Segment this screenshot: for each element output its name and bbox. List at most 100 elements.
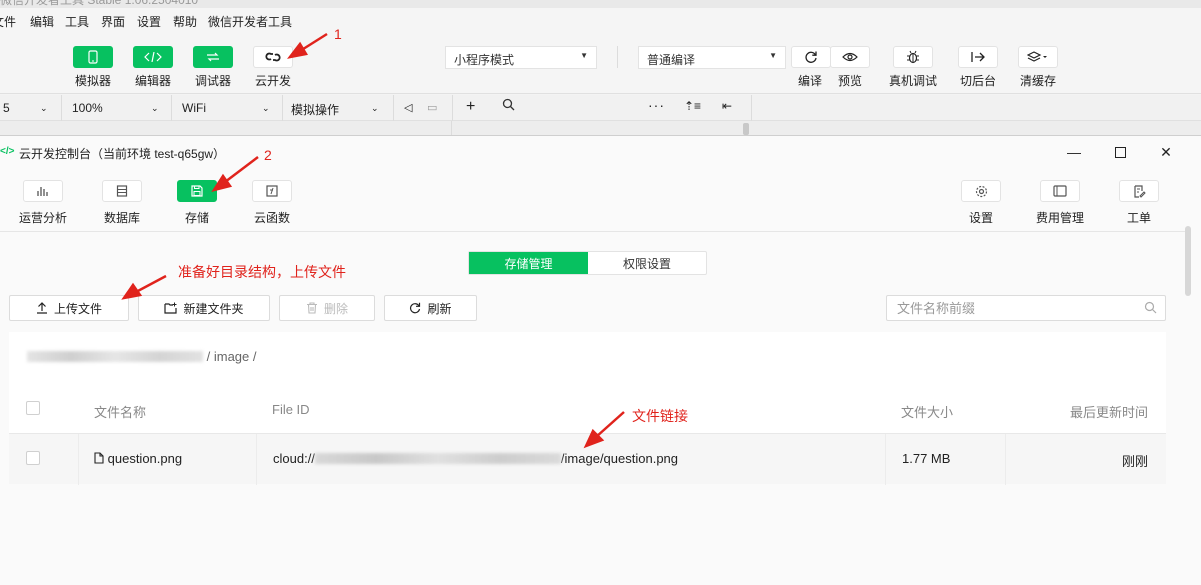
tab-ticket[interactable] [1119,180,1159,202]
chevron-down-icon: ⌄ [371,103,379,113]
tab-functions[interactable] [252,180,292,202]
table-row[interactable]: question.png cloud:// /image/question.png… [9,433,1166,485]
delete-button[interactable]: 删除 [279,295,375,321]
device-select[interactable]: 5 [3,101,10,115]
blurred-file-id [314,453,561,464]
clear-cache-button[interactable] [1018,46,1058,68]
row-file-name[interactable]: question.png [94,451,182,466]
file-prefix-search [886,295,1166,321]
file-panel: / image / 文件名称 File ID 文件大小 最后更新时间 quest… [9,332,1166,485]
tab-billing[interactable] [1040,180,1080,202]
mode-select[interactable]: 小程序模式 ▼ [445,46,597,69]
new-folder-label: 新建文件夹 [183,301,244,316]
ide-menu-bar: 文件 编辑 工具 界面 设置 帮助 微信开发者工具 [0,8,1201,32]
tab-storage[interactable] [177,180,217,202]
row-file-id[interactable]: cloud:// /image/question.png [273,451,678,466]
code-icon [144,52,162,62]
preview-button[interactable] [830,46,870,68]
window-icon[interactable]: ▭ [427,101,437,114]
refresh-button[interactable]: 刷新 [384,295,477,321]
close-button[interactable]: ✕ [1155,142,1177,162]
simulator-button[interactable] [73,46,113,68]
file-icon [94,452,104,464]
divider [452,95,453,121]
menu-devtools[interactable]: 微信开发者工具 [208,13,292,30]
breadcrumb-path[interactable]: / image / [207,349,257,364]
background-label: 切后台 [959,74,997,88]
cloud-link-icon [265,52,281,62]
upload-file-button[interactable]: 上传文件 [9,295,129,321]
tab-settings-label: 设置 [968,211,994,225]
remote-debug-button[interactable] [893,46,933,68]
compile-label: 编译 [797,74,823,88]
menu-file[interactable]: 文件 [0,13,16,30]
compile-select-value: 普通编译 [647,53,696,67]
select-all-checkbox[interactable] [26,401,40,415]
divider [617,46,618,68]
wallet-icon [1053,185,1067,197]
upload-hint-text: 准备好目录结构，上传文件 [178,264,346,280]
maximize-button[interactable] [1109,142,1131,162]
menu-help[interactable]: 帮助 [173,13,197,30]
menu-settings[interactable]: 设置 [137,13,161,30]
debugger-button[interactable] [193,46,233,68]
segment-storage-manage[interactable]: 存储管理 [469,252,588,274]
volume-icon[interactable]: ◁ [404,101,412,114]
new-folder-button[interactable]: 新建文件夹 [138,295,270,321]
refresh-icon [410,302,421,314]
compile-button[interactable] [791,46,831,68]
clear-cache-label: 清缓存 [1019,74,1057,88]
divider [61,95,62,121]
breadcrumb: / image / [27,349,256,364]
cloud-dev-button[interactable] [253,46,293,68]
zoom-select[interactable]: 100% [72,101,103,115]
blurred-env-id[interactable] [27,351,203,362]
cloud-console-dialog: </> 云开发控制台（当前环境 test-q65gw） — ✕ 运营分析 数据库… [0,135,1201,585]
divider [0,231,1190,232]
dialog-title: 云开发控制台（当前环境 test-q65gw） [19,147,226,161]
scrollbar[interactable] [1185,226,1191,296]
tab-analytics-label: 运营分析 [18,211,68,225]
menu-edit[interactable]: 编辑 [30,13,54,30]
minimize-button[interactable]: — [1063,142,1085,162]
split-icon[interactable]: ⇤ [722,99,732,113]
menu-tools[interactable]: 工具 [65,13,89,30]
ide-toolbar: 模拟器 编辑器 调试器 云开发 小程序模式 ▼ 普通编译 ▼ 编译 预览 真机调… [0,32,1201,94]
add-icon[interactable]: + [466,98,475,116]
header-file-size: 文件大小 [901,405,954,420]
code-logo-icon: </> [0,146,15,157]
search-icon[interactable] [502,98,515,114]
file-link-text: 文件链接 [632,408,688,424]
row-checkbox[interactable] [26,451,40,465]
caret-down-icon: ▼ [580,51,588,60]
menu-view[interactable]: 界面 [101,13,125,30]
function-icon [266,185,278,197]
ide-title-bar: 微信开发者工具 Stable 1.06.2504010 [0,0,1201,8]
caret-down-icon: ▼ [769,51,777,60]
step-1-number: 1 [334,26,342,42]
tab-billing-label: 费用管理 [1035,211,1085,225]
scrollbar[interactable] [743,123,749,135]
background-button[interactable] [958,46,998,68]
search-icon[interactable] [1144,301,1157,319]
more-icon[interactable]: ··· [648,97,665,113]
sim-op-select[interactable]: 模拟操作 [291,101,339,118]
editor-button[interactable] [133,46,173,68]
search-input[interactable] [897,300,1127,317]
divider [282,95,283,121]
mode-select-value: 小程序模式 [454,53,515,67]
tab-database-label: 数据库 [103,211,141,225]
tab-analytics[interactable] [23,180,63,202]
compile-select[interactable]: 普通编译 ▼ [638,46,786,69]
tab-ticket-label: 工单 [1126,211,1152,225]
chevron-down-icon: ⌄ [40,103,48,113]
new-folder-icon [164,302,178,314]
database-icon [116,185,128,197]
outdent-icon[interactable]: ⇡≡ [684,99,701,113]
cloud-dev-label: 云开发 [254,74,292,88]
tab-database[interactable] [102,180,142,202]
tab-settings[interactable] [961,180,1001,202]
debugger-label: 调试器 [194,74,232,88]
segment-permissions[interactable]: 权限设置 [588,252,706,274]
network-select[interactable]: WiFi [182,101,206,115]
